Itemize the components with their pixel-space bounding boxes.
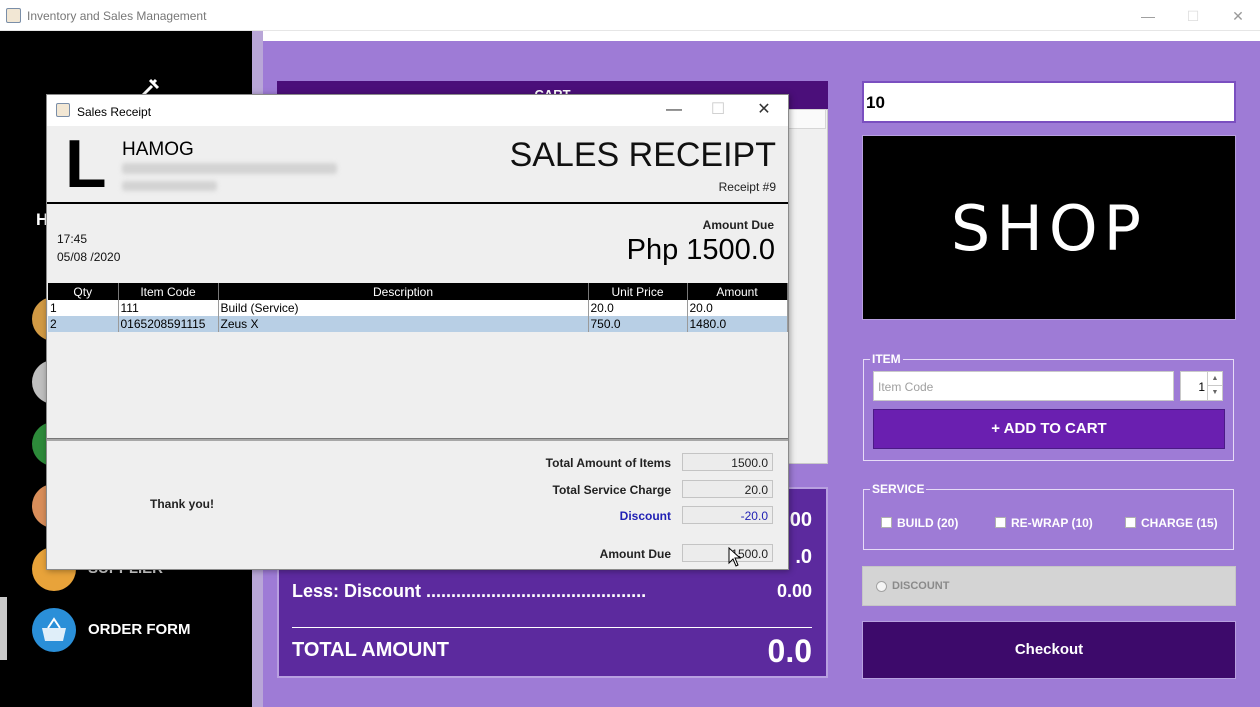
thank-you-text: Thank you!	[150, 497, 215, 511]
close-button[interactable]: ✕	[1223, 6, 1253, 26]
cell-amount: 20.0	[687, 300, 788, 316]
dialog-minimize-button[interactable]: —	[660, 100, 688, 120]
total-amount-label: TOTAL AMOUNT	[292, 639, 450, 661]
business-address-redacted	[122, 163, 337, 174]
minimize-button[interactable]: —	[1133, 6, 1163, 26]
service-charge-field[interactable]: 20.0	[682, 480, 773, 498]
business-name: HAMOG	[122, 139, 194, 160]
cell-unit-price: 750.0	[588, 316, 688, 332]
cell-qty: 2	[48, 316, 119, 332]
dialog-maximize-button[interactable]: ☐	[704, 100, 732, 120]
window-titlebar: Inventory and Sales Management — ☐ ✕	[0, 0, 1260, 31]
quantity-stepper[interactable]: 1 ▲ ▼	[1180, 371, 1223, 401]
sales-receipt-dialog: Sales Receipt — ☐ ✕ L HAMOG SALES RECEIP…	[46, 94, 789, 570]
shop-banner: SHOP	[862, 135, 1236, 320]
table-row[interactable]: 1 111 Build (Service) 20.0 20.0	[48, 300, 788, 316]
cell-item-code: 0165208591115	[118, 316, 219, 332]
add-to-cart-button[interactable]: + ADD TO CART	[873, 409, 1225, 449]
checkout-button[interactable]: Checkout	[862, 621, 1236, 679]
amount-due-value: Php 1500.0	[626, 234, 775, 266]
receipt-divider	[47, 438, 788, 441]
dialog-titlebar: Sales Receipt — ☐ ✕	[47, 95, 788, 126]
column-header[interactable]: Qty	[48, 283, 119, 300]
total-items-label: Total Amount of Items	[545, 456, 671, 470]
item-group-title: ITEM	[870, 352, 903, 366]
checkbox-icon[interactable]	[1125, 517, 1136, 528]
maximize-button[interactable]: ☐	[1178, 6, 1208, 26]
service-charge-label: Total Service Charge	[552, 483, 672, 497]
item-code-input[interactable]: Item Code	[873, 371, 1174, 401]
service-charge-label: CHARGE (15)	[1141, 516, 1218, 530]
window-title: Inventory and Sales Management	[27, 9, 207, 23]
quantity-field[interactable]: 10	[862, 81, 1236, 123]
receipt-items-table[interactable]: Qty Item Code Description Unit Price Amo…	[48, 283, 788, 332]
receipt-number: Receipt #9	[718, 180, 776, 194]
receipt-date: 05/08 /2020	[57, 250, 121, 264]
discount-radio-icon[interactable]	[876, 581, 887, 592]
active-indicator	[0, 597, 7, 660]
business-logo: L	[65, 126, 107, 202]
checkbox-icon[interactable]	[881, 517, 892, 528]
table-row-selected[interactable]: 2 0165208591115 Zeus X 750.0 1480.0	[48, 316, 788, 332]
service-value: .0	[795, 546, 812, 568]
cell-description: Zeus X	[218, 316, 589, 332]
java-app-icon	[56, 103, 70, 117]
discount-option-label: DISCOUNT	[892, 580, 950, 592]
discount-summary-label: Discount	[619, 509, 671, 523]
service-build-checkbox[interactable]: BUILD (20)	[881, 516, 958, 530]
checkbox-icon[interactable]	[995, 517, 1006, 528]
discount-summary-field[interactable]: -20.0	[682, 506, 773, 524]
column-header[interactable]: Amount	[687, 283, 788, 300]
column-header[interactable]: Description	[218, 283, 589, 300]
total-amount-value: 0.0	[767, 633, 812, 669]
totals-divider	[292, 627, 812, 628]
mouse-cursor-icon	[728, 546, 742, 567]
cart-scrollbar[interactable]	[786, 109, 826, 129]
sidebar-item-order-form[interactable]: ORDER FORM	[88, 621, 191, 638]
business-phone-redacted	[122, 181, 217, 191]
stepper-down-icon[interactable]: ▼	[1207, 386, 1222, 400]
discount-label: Less: Discount .........................…	[292, 581, 647, 601]
amount-due-summary-label: Amount Due	[599, 547, 671, 561]
cell-item-code: 111	[118, 300, 219, 316]
receipt-header: L HAMOG SALES RECEIPT Receipt #9	[47, 126, 788, 204]
table-header-row: Qty Item Code Description Unit Price Amo…	[48, 283, 788, 300]
cell-qty: 1	[48, 300, 119, 316]
total-items-field[interactable]: 1500.0	[682, 453, 773, 471]
dialog-title: Sales Receipt	[77, 105, 152, 119]
java-app-icon	[6, 8, 21, 23]
receipt-heading: SALES RECEIPT	[509, 136, 776, 174]
cell-amount: 1480.0	[687, 316, 788, 332]
cell-description: Build (Service)	[218, 300, 589, 316]
cell-unit-price: 20.0	[588, 300, 688, 316]
basket-icon[interactable]	[32, 608, 76, 652]
amount-due-label: Amount Due	[702, 218, 774, 232]
column-header[interactable]: Item Code	[118, 283, 219, 300]
receipt-time: 17:45	[57, 232, 88, 246]
discount-value: 0.00	[776, 581, 812, 601]
service-rewrap-label: RE-WRAP (10)	[1011, 516, 1093, 530]
column-header[interactable]: Unit Price	[588, 283, 688, 300]
dialog-close-button[interactable]: ✕	[750, 100, 778, 120]
service-rewrap-checkbox[interactable]: RE-WRAP (10)	[995, 516, 1093, 530]
service-build-label: BUILD (20)	[897, 516, 959, 530]
stepper-value: 1	[1198, 380, 1205, 394]
service-group-title: SERVICE	[870, 482, 927, 496]
service-charge-checkbox[interactable]: CHARGE (15)	[1125, 516, 1218, 530]
stepper-up-icon[interactable]: ▲	[1207, 372, 1222, 386]
discount-option[interactable]: DISCOUNT	[862, 566, 1236, 606]
